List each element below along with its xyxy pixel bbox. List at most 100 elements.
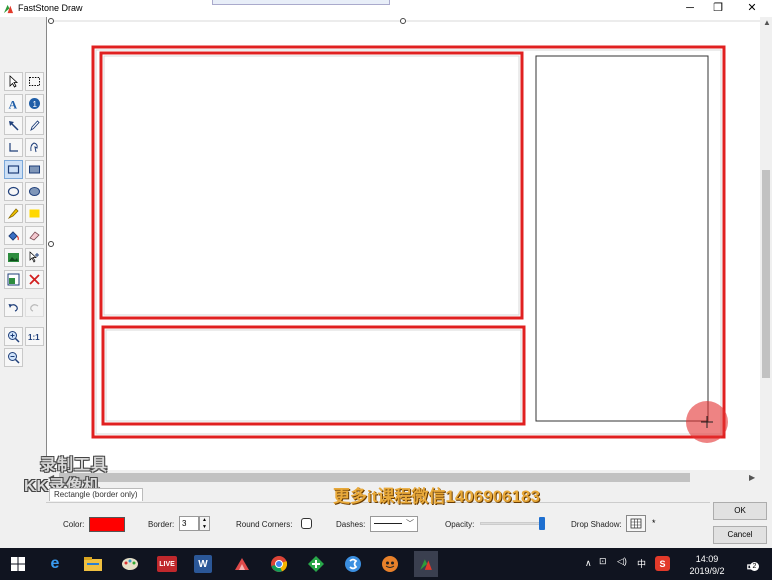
border-width-input[interactable]: 3	[179, 516, 199, 531]
select-arrow-tool[interactable]	[4, 72, 23, 91]
cursor-plus-icon	[29, 251, 39, 263]
live-recorder-icon[interactable]: LIVE	[157, 556, 177, 572]
rectangle-filled-icon	[29, 165, 40, 174]
rectangle-border-tool[interactable]	[4, 160, 23, 179]
file-explorer-icon[interactable]	[82, 553, 104, 575]
orange-app-icon[interactable]	[379, 553, 401, 575]
freehand-tool[interactable]	[25, 138, 44, 157]
round-corners-label: Round Corners:	[236, 520, 293, 529]
close-button[interactable]: ✕	[738, 1, 766, 16]
picture-icon	[8, 253, 19, 262]
lasso-icon	[30, 142, 38, 153]
paint-bucket-icon	[8, 231, 19, 241]
zoom-out-button[interactable]	[4, 348, 23, 367]
canvas-resize-handle[interactable]	[48, 241, 54, 247]
arrow-tool[interactable]	[4, 116, 23, 135]
faststone-logo-icon	[3, 4, 14, 14]
insert-image-tool[interactable]	[4, 248, 23, 267]
svg-text:1: 1	[33, 100, 38, 109]
letter-a-icon: A	[9, 98, 18, 111]
solid-line-preview	[374, 523, 402, 524]
mouse-click-indicator	[686, 401, 728, 443]
cancel-button[interactable]: Cancel	[713, 526, 767, 544]
word-app-icon[interactable]: W	[194, 555, 212, 573]
redo-button[interactable]	[25, 298, 44, 317]
undo-button[interactable]	[4, 298, 23, 317]
title-tab-strip[interactable]	[212, 0, 390, 5]
number-circle-icon: 1	[29, 98, 40, 109]
canvas-color-tool[interactable]	[4, 270, 23, 289]
color-picker-swatch[interactable]	[89, 517, 125, 532]
tab-rectangle-border-only[interactable]: Rectangle (border only)	[49, 488, 143, 501]
right-thin-rectangle[interactable]	[535, 55, 709, 422]
opacity-slider-thumb[interactable]	[539, 517, 545, 530]
volume-icon[interactable]: ◁)	[617, 556, 627, 567]
rectangle-filled-tool[interactable]	[25, 160, 44, 179]
scroll-right-arrow-icon[interactable]: ▶	[749, 473, 755, 482]
ellipse-filled-icon	[29, 187, 40, 196]
paint-app-icon[interactable]	[119, 553, 141, 575]
clock-time: 14:09	[695, 554, 719, 564]
outer-red-rectangle[interactable]	[91, 45, 726, 439]
ok-button[interactable]: OK	[713, 502, 767, 520]
opacity-slider[interactable]	[480, 522, 544, 525]
green-app-icon[interactable]	[305, 553, 327, 575]
scroll-up-arrow-icon[interactable]: ▲	[763, 18, 771, 27]
drawing-app-icon[interactable]	[231, 553, 253, 575]
pen-icon	[30, 120, 40, 132]
promo-overlay-text: 更多it课程微信1406906183	[333, 487, 540, 506]
canvas-resize-handle[interactable]	[400, 18, 406, 24]
opacity-label: Opacity:	[445, 520, 475, 529]
actual-size-button[interactable]: 1:1	[25, 327, 44, 346]
edge-browser-icon[interactable]: e	[44, 553, 66, 575]
drawing-canvas[interactable]	[46, 17, 761, 470]
text-tool[interactable]: A	[4, 94, 23, 113]
sogou-input-icon[interactable]: S	[655, 556, 670, 571]
zoom-in-button[interactable]	[4, 327, 23, 346]
taskbar-clock[interactable]: 14:09 2019/9/2	[683, 553, 731, 577]
drop-shadow-button[interactable]	[626, 515, 646, 532]
horizontal-scroll-thumb[interactable]	[59, 473, 690, 482]
drop-shadow-indicator: *	[652, 518, 656, 528]
pen-tool[interactable]	[25, 116, 44, 135]
ellipse-border-tool[interactable]	[4, 182, 23, 201]
bottom-left-red-rectangle[interactable]	[101, 325, 526, 426]
ellipse-filled-tool[interactable]	[25, 182, 44, 201]
faststone-taskbar-icon[interactable]	[414, 551, 438, 577]
minimize-button[interactable]: ─	[676, 1, 704, 16]
fill-tool[interactable]	[4, 226, 23, 245]
highlighter-tool[interactable]	[4, 204, 23, 223]
corner-line-icon	[9, 143, 18, 152]
dashes-label: Dashes:	[336, 520, 366, 529]
svg-text:1:1: 1:1	[28, 333, 40, 342]
diagonal-arrow-icon	[9, 121, 19, 131]
highlight-rect-tool[interactable]	[25, 204, 44, 223]
border-width-spinner[interactable]: ▲ ▼	[199, 516, 210, 531]
vertical-scroll-thumb[interactable]	[762, 170, 770, 378]
input-method-indicator[interactable]: 中	[637, 557, 646, 570]
maximize-button[interactable]: ❐	[704, 1, 732, 16]
delete-tool[interactable]	[25, 270, 44, 289]
redo-icon	[30, 304, 39, 312]
network-icon[interactable]: ⊡	[599, 556, 607, 567]
line-tool[interactable]	[4, 138, 23, 157]
color-squares-icon	[7, 273, 20, 286]
round-corners-checkbox[interactable]	[301, 518, 312, 529]
yellow-block-icon	[29, 209, 40, 218]
zoom-out-icon	[8, 352, 20, 364]
eraser-tool[interactable]	[25, 226, 44, 245]
chrome-browser-icon[interactable]	[268, 553, 290, 575]
canvas-resize-handle[interactable]	[48, 18, 54, 24]
red-x-icon	[29, 274, 40, 285]
sogou-browser-icon[interactable]	[342, 553, 364, 575]
numbered-marker-tool[interactable]: 1	[25, 94, 44, 113]
eraser-icon	[29, 231, 40, 241]
tray-chevron-up-icon[interactable]: ∧	[585, 558, 592, 569]
marquee-select-tool[interactable]	[25, 72, 44, 91]
highlighter-icon	[7, 208, 19, 220]
select-add-tool[interactable]	[25, 248, 44, 267]
undo-icon	[8, 304, 18, 312]
windows-start-icon[interactable]	[7, 553, 29, 575]
top-left-red-rectangle[interactable]	[99, 51, 524, 320]
svg-text:A: A	[9, 98, 18, 111]
